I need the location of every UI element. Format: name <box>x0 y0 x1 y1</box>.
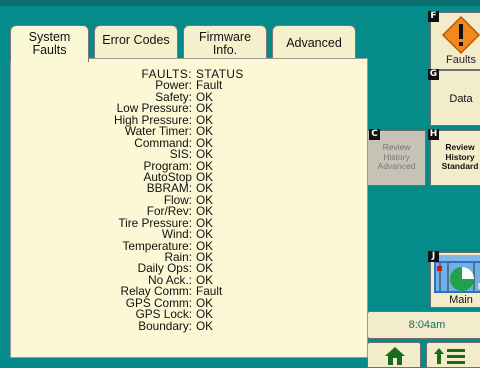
faults-button-label: Faults <box>446 54 476 66</box>
faults-panel: FAULTS: STATUS Power: Fault Safety: OK Low Pr… <box>10 58 368 358</box>
main-button-label: Main <box>449 294 473 306</box>
fault-label: Command: <box>134 135 192 150</box>
up-arrow-list-icon <box>434 348 465 364</box>
up-list-button[interactable] <box>426 342 480 368</box>
data-button-letter: G <box>428 69 439 80</box>
fault-row: Boundary: OK <box>11 318 369 333</box>
review-advanced-letter: C <box>369 129 380 140</box>
data-button-label: Data <box>449 93 473 105</box>
review-standard-line3: Standard <box>441 161 479 171</box>
home-icon <box>385 347 405 365</box>
fault-status: OK <box>196 318 214 333</box>
warning-diamond-icon <box>441 15 480 55</box>
top-border <box>0 0 480 6</box>
tab-advanced[interactable]: Advanced <box>272 25 356 59</box>
field-map-icon <box>434 255 480 293</box>
home-button[interactable] <box>367 342 421 368</box>
faults-button-letter: F <box>428 11 439 22</box>
review-advanced-line3: Advanced <box>377 161 416 171</box>
tab-system-faults[interactable]: System Faults <box>10 25 89 62</box>
review-standard-letter: H <box>428 129 439 140</box>
clock-display: 8:04am <box>367 311 480 339</box>
tab-error-codes[interactable]: Error Codes <box>94 25 178 59</box>
main-button-letter: J <box>428 251 439 262</box>
tab-firmware-info[interactable]: Firmware Info. <box>183 25 267 59</box>
fault-label: Boundary: <box>138 318 192 333</box>
faults-list: FAULTS: STATUS Power: Fault Safety: OK Low Pr… <box>11 68 369 333</box>
